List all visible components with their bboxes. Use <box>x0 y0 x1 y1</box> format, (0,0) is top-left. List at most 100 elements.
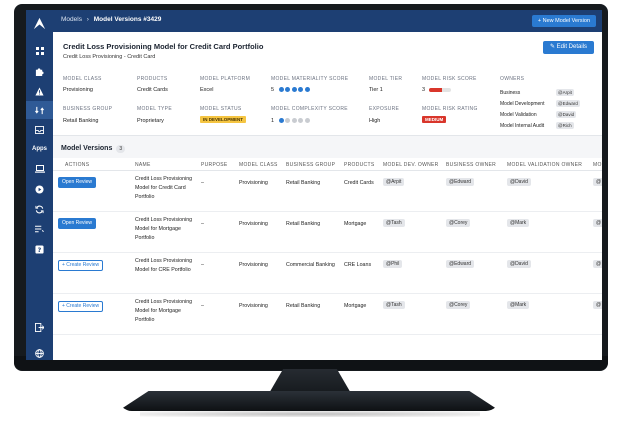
column-header[interactable]: PURPOSE <box>201 162 228 168</box>
materiality-value: 5 <box>271 87 311 93</box>
dev-owner-chip[interactable]: @Arpit <box>383 178 405 186</box>
column-header[interactable]: MODEL VALIDATION OWNER <box>507 162 582 168</box>
score-dot <box>291 87 297 93</box>
business-group-cell: Retail Banking <box>286 303 321 309</box>
edit-details-button[interactable]: ✎ Edit Details <box>542 41 594 54</box>
svg-text:?: ? <box>38 247 42 254</box>
table-row[interactable]: Open Review Credit Loss Provisioning Mode… <box>53 213 602 253</box>
puzzle-icon[interactable] <box>26 62 53 80</box>
stand-shadow <box>140 411 480 417</box>
monitor-stand <box>118 391 500 411</box>
business-owner-chip[interactable]: @Corey <box>446 301 471 309</box>
risk-score-bar <box>429 88 451 92</box>
owner-chip[interactable]: @David <box>556 111 577 118</box>
dev-owner-chip[interactable]: @Tash <box>383 301 405 309</box>
business-group-value: Retail Banking <box>63 118 99 124</box>
column-header[interactable]: MO <box>593 162 602 168</box>
materiality-score-text: 5 <box>271 87 275 93</box>
purpose-cell: – <box>201 303 204 309</box>
validation-owner-chip[interactable]: @Mark <box>507 219 530 227</box>
column-header[interactable]: MODEL CLASS <box>239 162 278 168</box>
owner-chip[interactable]: @Rich <box>556 122 574 129</box>
create-review-button[interactable]: + Create Review <box>58 301 104 312</box>
business-group-cell: Retail Banking <box>286 221 321 227</box>
table-row[interactable]: Open Review Credit Loss Provisioning Mode… <box>53 172 602 212</box>
logo-icon[interactable] <box>32 16 47 31</box>
exposure-label: EXPOSURE <box>369 106 400 112</box>
versions-title-text: Model Versions <box>61 145 113 152</box>
column-header[interactable]: ACTIONS <box>65 162 89 168</box>
column-header[interactable]: MODEL DEV. OWNER <box>383 162 439 168</box>
owner-role: Model Development <box>500 101 545 107</box>
header-divider <box>53 170 602 171</box>
model-tier-label: MODEL TIER <box>369 76 403 82</box>
open-review-button[interactable]: Open Review <box>58 177 97 188</box>
products-cell: Mortgage <box>344 221 367 227</box>
mo-owner-chip[interactable]: @ <box>593 219 602 227</box>
model-details-card: Credit Loss Provisioning Model for Credi… <box>53 32 602 136</box>
list-icon[interactable] <box>26 220 53 238</box>
column-header[interactable]: BUSINESS OWNER <box>446 162 496 168</box>
model-class-cell: Provisioning <box>239 221 268 227</box>
version-name[interactable]: Credit Loss Provisioning Model for CRE P… <box>135 257 197 275</box>
column-header[interactable]: PRODUCTS <box>344 162 374 168</box>
mo-owner-chip[interactable]: @ <box>593 178 602 186</box>
purpose-cell: – <box>201 221 204 227</box>
business-owner-chip[interactable]: @Edward <box>446 260 475 268</box>
laptop-icon[interactable] <box>26 160 53 178</box>
model-class-label: MODEL CLASS <box>63 76 102 82</box>
sidebar: Apps ? <box>26 10 53 360</box>
top-bar: Models › Model Versions #3429 + New Mode… <box>53 10 602 32</box>
version-name[interactable]: Credit Loss Provisioning Model for Credi… <box>135 175 197 202</box>
open-review-button[interactable]: Open Review <box>58 218 97 229</box>
mo-owner-chip[interactable]: @ <box>593 260 602 268</box>
breadcrumb-root[interactable]: Models <box>61 16 82 23</box>
owner-chip[interactable]: @Arpit <box>556 89 574 96</box>
inbox-icon[interactable] <box>26 121 53 139</box>
materiality-label: MODEL MATERIALITY SCORE <box>271 76 349 82</box>
logout-icon[interactable] <box>26 318 53 336</box>
column-header[interactable]: BUSINESS GROUP <box>286 162 335 168</box>
column-header[interactable]: NAME <box>135 162 151 168</box>
owner-role: Business <box>500 90 521 96</box>
help-icon[interactable]: ? <box>26 240 53 258</box>
business-group-cell: Commercial Banking <box>286 262 335 268</box>
model-title: Credit Loss Provisioning Model for Credi… <box>63 42 264 51</box>
owner-chip[interactable]: @Edward <box>556 100 580 107</box>
validation-owner-chip[interactable]: @David <box>507 260 531 268</box>
business-owner-chip[interactable]: @Corey <box>446 219 471 227</box>
create-review-button[interactable]: + Create Review <box>58 260 104 271</box>
score-dot <box>285 118 291 124</box>
score-dot <box>278 87 284 93</box>
dev-owner-chip[interactable]: @Phil <box>383 260 403 268</box>
mo-owner-chip[interactable]: @ <box>593 301 602 309</box>
globe-icon[interactable] <box>26 344 53 360</box>
products-label: PRODUCTS <box>137 76 168 82</box>
owners-label: OWNERS <box>500 76 525 82</box>
swap-icon[interactable] <box>26 101 53 119</box>
table-row[interactable]: + Create Review Credit Loss Provisioning … <box>53 295 602 335</box>
business-group-label: BUSINESS GROUP <box>63 106 113 112</box>
play-circle-icon[interactable] <box>26 180 53 198</box>
score-dot <box>304 87 310 93</box>
new-model-version-button[interactable]: + New Model Version <box>531 15 596 27</box>
products-cell: Mortgage <box>344 303 367 309</box>
versions-count-badge: 3 <box>116 145 126 153</box>
table-row[interactable]: + Create Review Credit Loss Provisioning … <box>53 254 602 294</box>
score-dot <box>304 118 310 124</box>
warning-icon[interactable] <box>26 82 53 100</box>
version-name[interactable]: Credit Loss Provisioning Model for Mortg… <box>135 298 197 325</box>
validation-owner-chip[interactable]: @David <box>507 178 531 186</box>
business-owner-chip[interactable]: @Edward <box>446 178 475 186</box>
grid-icon[interactable] <box>26 42 53 60</box>
apps-label: Apps <box>32 146 47 152</box>
model-class-cell: Provisioning <box>239 262 268 268</box>
version-name[interactable]: Credit Loss Provisioning Model for Mortg… <box>135 216 197 243</box>
score-dot <box>291 118 297 124</box>
complexity-value: 1 <box>271 118 311 124</box>
sync-icon[interactable] <box>26 200 53 218</box>
score-dot <box>298 118 304 124</box>
dev-owner-chip[interactable]: @Tash <box>383 219 405 227</box>
purpose-cell: – <box>201 262 204 268</box>
validation-owner-chip[interactable]: @Mark <box>507 301 530 309</box>
